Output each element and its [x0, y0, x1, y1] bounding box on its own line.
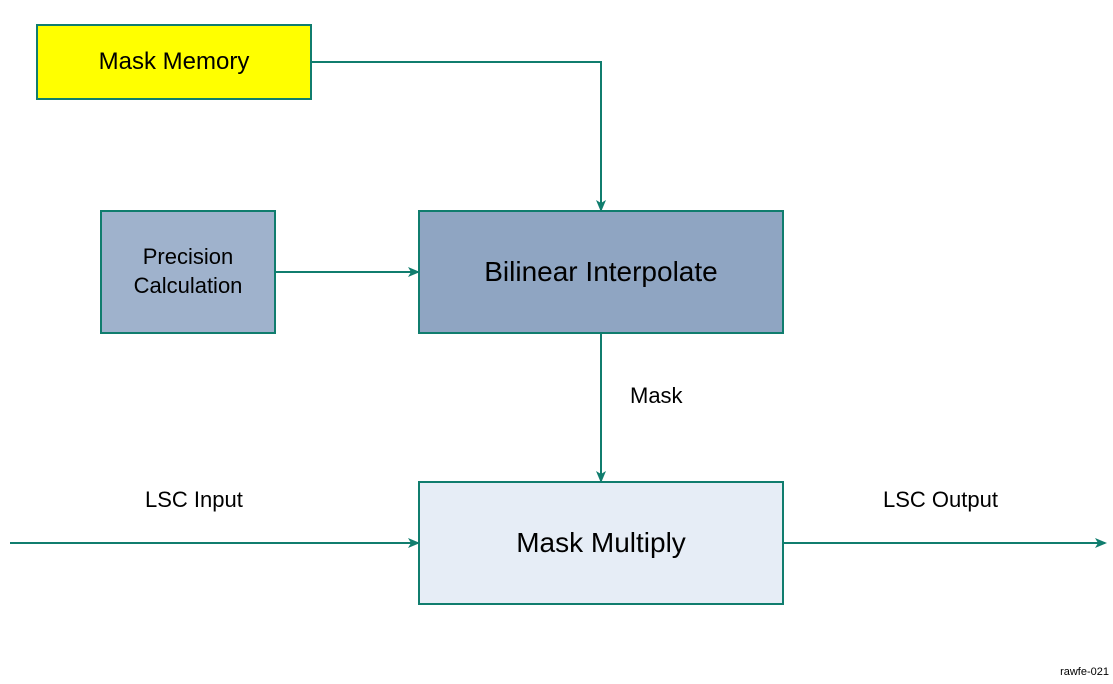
block-mask-multiply: Mask Multiply — [418, 481, 784, 605]
block-label: Bilinear Interpolate — [484, 256, 717, 288]
block-label: Precision Calculation — [134, 243, 243, 300]
edge-label-lsc-input: LSC Input — [145, 487, 243, 513]
figure-id: rawfe-021 — [1060, 666, 1109, 678]
block-label: Mask Memory — [99, 48, 250, 76]
edge-label-lsc-output: LSC Output — [883, 487, 998, 513]
block-precision-calculation: Precision Calculation — [100, 210, 276, 334]
block-mask-memory: Mask Memory — [36, 24, 312, 100]
block-label: Mask Multiply — [516, 527, 686, 559]
edge-label-mask: Mask — [630, 383, 683, 409]
block-bilinear-interpolate: Bilinear Interpolate — [418, 210, 784, 334]
